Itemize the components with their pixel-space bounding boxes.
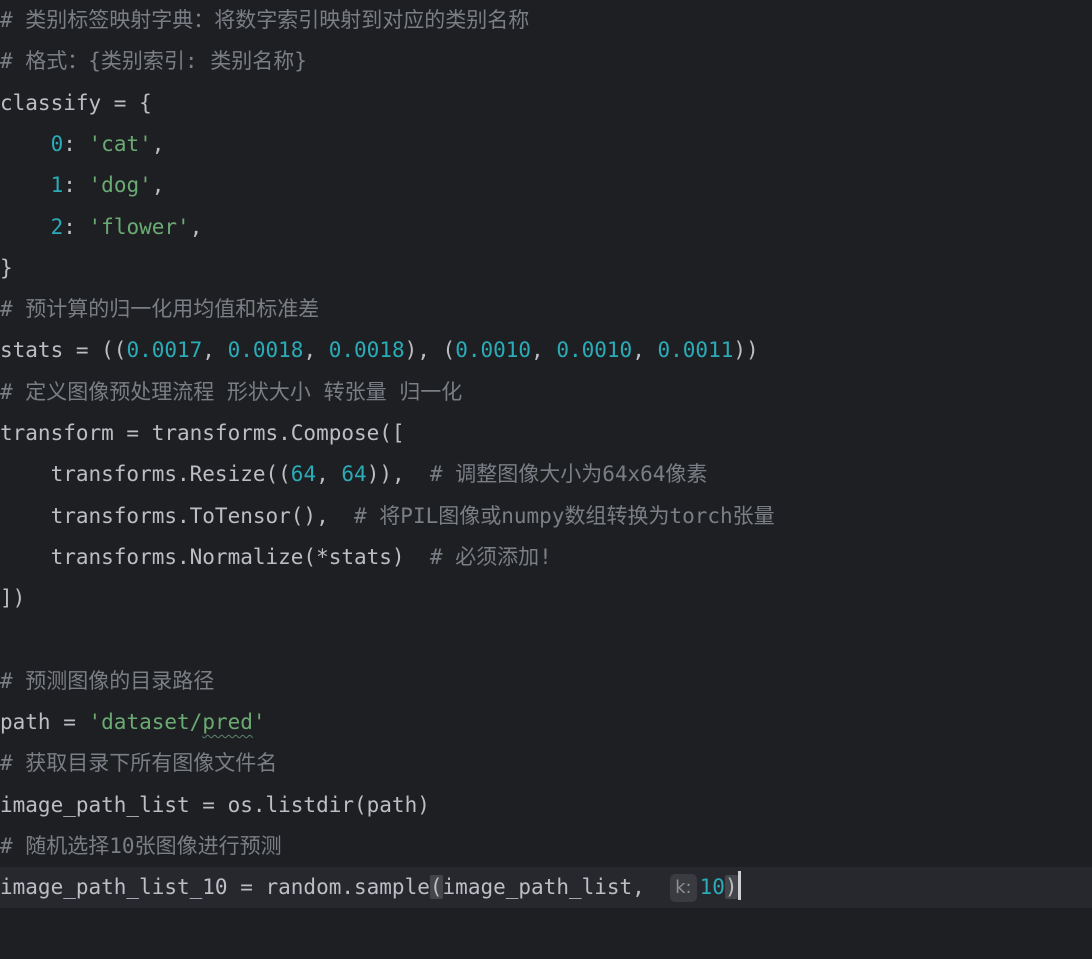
code-token: transforms.ToTensor(), xyxy=(0,503,355,528)
matched-paren: ( xyxy=(429,875,443,900)
code-line[interactable]: # 定义图像预处理流程 形状大小 转张量 归一化 xyxy=(0,372,1092,413)
code-token: : xyxy=(63,131,89,156)
code-token: , xyxy=(189,214,203,239)
code-token: ), ( xyxy=(404,338,456,363)
code-line[interactable]: transforms.Resize((64, 64)), # 调整图像大小为64… xyxy=(0,454,1092,495)
code-comment: # 预计算的归一化用均值和标准差 xyxy=(0,297,320,322)
parameter-hint: k: xyxy=(670,874,697,903)
code-token: transform = transforms.Compose([ xyxy=(0,421,405,445)
code-token: , xyxy=(531,338,557,363)
code-line[interactable]: image_path_list = os.listdir(path) xyxy=(0,785,1092,826)
code-line[interactable]: } xyxy=(0,248,1092,289)
string-literal: 'dog' xyxy=(88,173,152,198)
code-token: )), xyxy=(366,462,430,487)
code-line[interactable]: ]) xyxy=(0,578,1092,619)
code-line[interactable]: # 预测图像的目录路径 xyxy=(0,661,1092,702)
number-literal: 0.0017 xyxy=(126,338,203,363)
number-literal: 0.0018 xyxy=(227,338,304,363)
code-editor[interactable]: # 类别标签映射字典：将数字索引映射到对应的类别名称 # 格式：{类别索引: 类别… xyxy=(0,0,1092,959)
code-token: : xyxy=(63,173,89,198)
code-token: image_path_list_10 = random.sample xyxy=(0,875,430,900)
code-line[interactable]: path = 'dataset/pred' xyxy=(0,702,1092,743)
code-comment: # 调整图像大小为64x64像素 xyxy=(429,462,708,487)
current-line[interactable]: image_path_list_10 = random.sample(image… xyxy=(0,867,1092,909)
code-comment: # 随机选择10张图像进行预测 xyxy=(0,834,282,858)
code-comment: # 定义图像预处理流程 形状大小 转张量 归一化 xyxy=(0,379,463,404)
number-literal: 0.0011 xyxy=(657,338,734,363)
code-line[interactable]: transforms.ToTensor(), # 将PIL图像或numpy数组转… xyxy=(0,496,1092,537)
code-token: image_path_list, xyxy=(442,875,671,900)
code-token: , xyxy=(202,338,228,363)
code-line[interactable]: 1: 'dog', xyxy=(0,165,1092,206)
code-comment: # 类别标签映射字典：将数字索引映射到对应的类别名称 xyxy=(0,8,530,32)
string-literal: 'cat' xyxy=(88,131,152,156)
text-caret xyxy=(737,871,741,901)
code-comment: # 将PIL图像或numpy数组转换为torch张量 xyxy=(354,503,775,528)
code-token: , xyxy=(632,338,658,363)
code-token: stats = (( xyxy=(0,338,127,363)
code-comment: # 预测图像的目录路径 xyxy=(0,668,215,693)
code-token: image_path_list = os.listdir(path) xyxy=(0,792,430,817)
code-line[interactable]: 0: 'cat', xyxy=(0,124,1092,165)
code-token: ]) xyxy=(0,586,26,611)
code-token: classify = { xyxy=(0,90,152,115)
code-line[interactable]: # 预计算的归一化用均值和标准差 xyxy=(0,289,1092,330)
number-literal: 64 xyxy=(290,462,317,487)
string-literal: 'flower' xyxy=(88,214,190,239)
code-line[interactable]: # 随机选择10张图像进行预测 xyxy=(0,826,1092,867)
number-literal: 0.0010 xyxy=(556,338,633,363)
number-literal: 1 xyxy=(50,173,64,198)
code-line[interactable]: 2: 'flower', xyxy=(0,207,1092,248)
code-token: , xyxy=(151,173,165,198)
code-comment: # 必须添加! xyxy=(429,544,552,569)
code-line[interactable]: # 类别标签映射字典：将数字索引映射到对应的类别名称 xyxy=(0,0,1092,41)
code-comment: # 格式：{类别索引: 类别名称} xyxy=(0,49,307,74)
code-line[interactable]: transform = transforms.Compose([ xyxy=(0,413,1092,454)
code-line[interactable]: transforms.Normalize(*stats) # 必须添加! xyxy=(0,537,1092,578)
code-line[interactable] xyxy=(0,620,1092,661)
number-literal: 0.0010 xyxy=(455,338,532,363)
string-literal: 'dataset/ xyxy=(88,710,203,735)
code-token: : xyxy=(63,214,89,239)
code-token: )) xyxy=(733,338,759,363)
number-literal: 0 xyxy=(50,131,64,156)
number-literal: 2 xyxy=(50,214,64,239)
code-token: } xyxy=(0,255,13,280)
code-line[interactable]: # 获取目录下所有图像文件名 xyxy=(0,743,1092,784)
code-line[interactable]: stats = ((0.0017, 0.0018, 0.0018), (0.00… xyxy=(0,330,1092,371)
code-token: transforms.Normalize(*stats) xyxy=(0,544,430,569)
code-token: path = xyxy=(0,710,89,735)
spellcheck-squiggle: pred xyxy=(202,710,253,735)
code-comment: # 获取目录下所有图像文件名 xyxy=(0,751,278,776)
number-literal: 0.0018 xyxy=(328,338,405,363)
code-token: , xyxy=(303,338,329,363)
matched-paren: ) xyxy=(724,875,738,900)
code-token: , xyxy=(316,462,342,487)
number-literal: 64 xyxy=(341,462,367,487)
string-literal: ' xyxy=(252,710,266,735)
code-token: , xyxy=(151,131,165,156)
code-token: transforms.Resize(( xyxy=(0,462,291,487)
code-line[interactable]: # 格式：{类别索引: 类别名称} xyxy=(0,41,1092,82)
number-literal: 10 xyxy=(699,875,725,900)
code-line[interactable]: classify = { xyxy=(0,83,1092,124)
